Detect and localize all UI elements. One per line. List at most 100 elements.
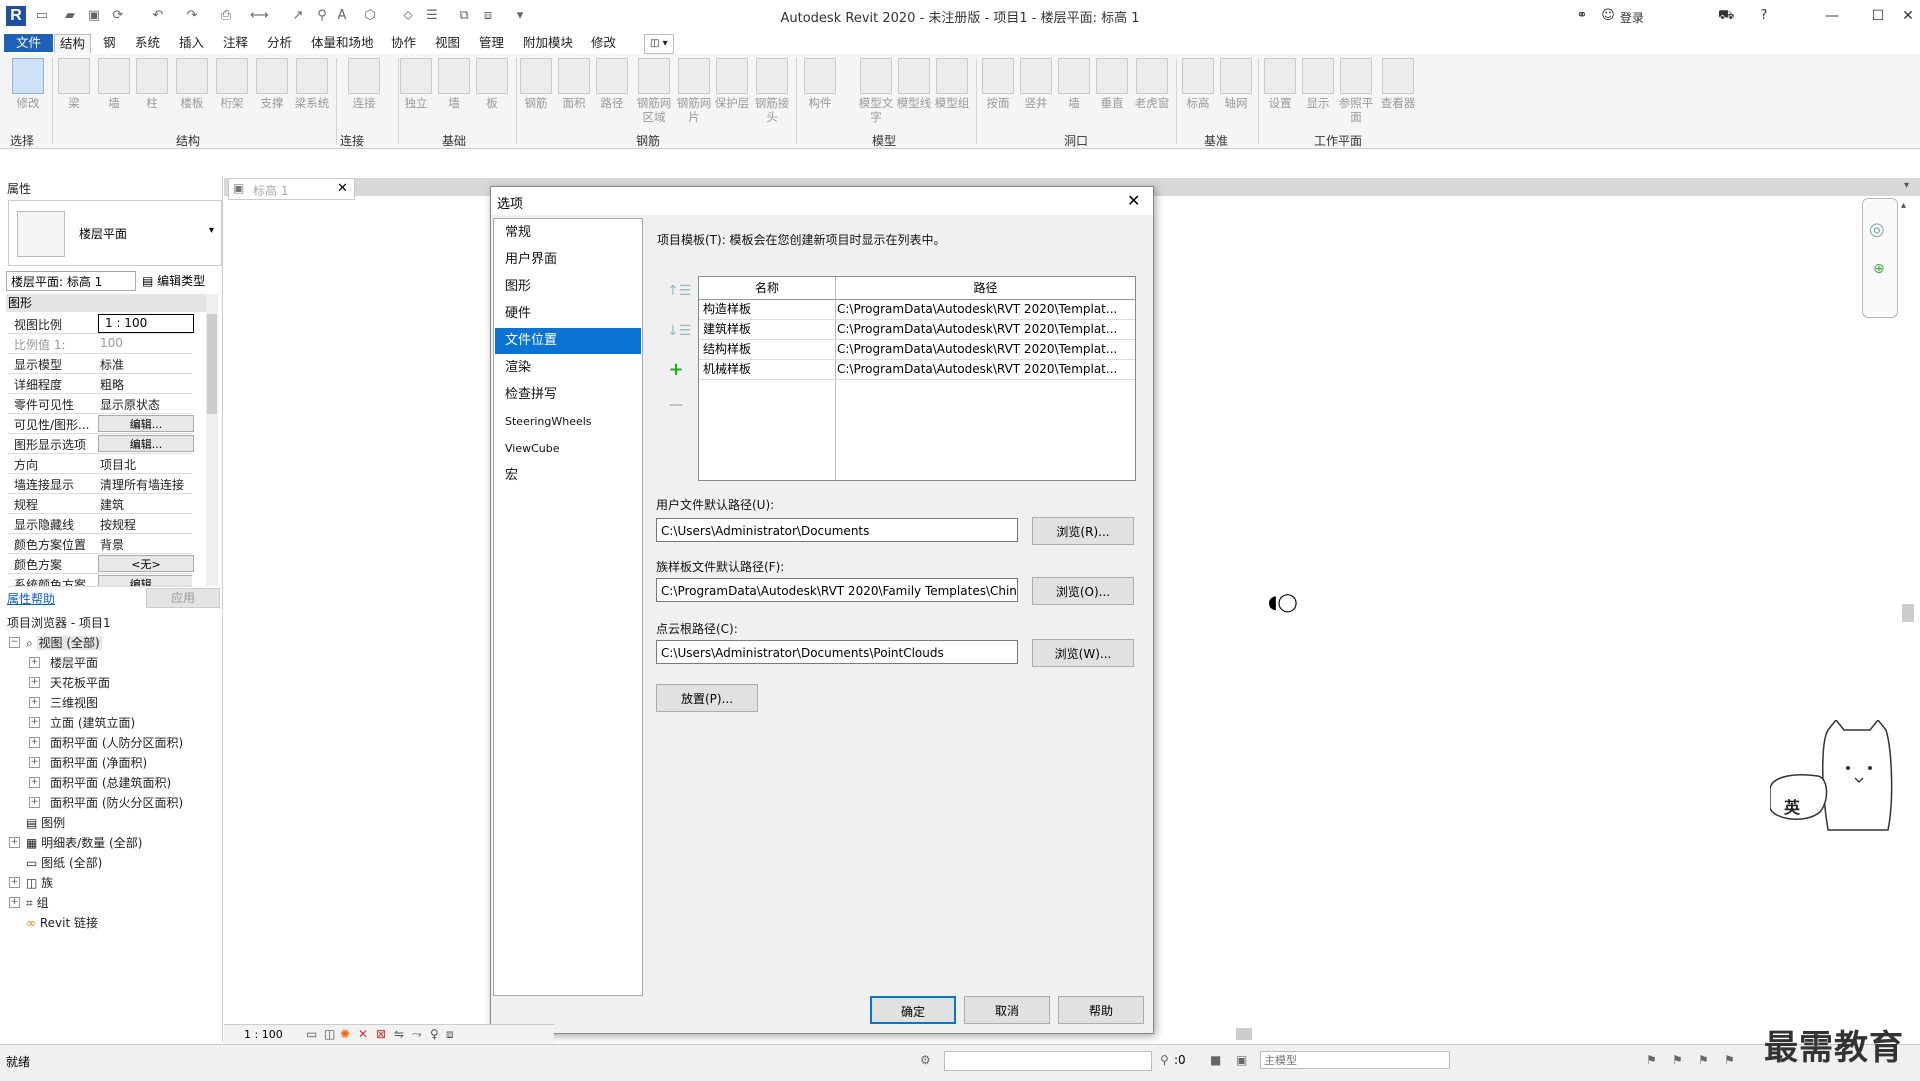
ribbon-by-face[interactable]: 按面 — [980, 58, 1016, 110]
view-tab[interactable]: ▣ 标高 1 ✕ — [228, 178, 355, 200]
vertical-scroll-thumb[interactable] — [1902, 604, 1914, 622]
nav-spelling[interactable]: 检查拼写 — [495, 382, 641, 408]
col-name-header[interactable]: 名称 — [699, 277, 836, 300]
ribbon-beam[interactable]: 梁 — [56, 58, 92, 110]
tab-structure[interactable]: 结构 — [54, 34, 92, 53]
ribbon-column[interactable]: 柱 — [134, 58, 170, 110]
prop-row[interactable]: 方向 项目北 — [8, 454, 192, 474]
ribbon-floor[interactable]: 楼板 — [174, 58, 210, 110]
group-connection[interactable]: 连接 — [340, 132, 364, 149]
main-model-dropdown[interactable]: 主模型 — [1260, 1051, 1450, 1069]
group-select[interactable]: 选择 — [10, 132, 34, 149]
table-row[interactable]: 建筑样板 C:\ProgramData\Autodesk\RVT 2020\Tem… — [699, 320, 1135, 340]
tree-sheets[interactable]: ▭ 图纸 (全部) — [26, 854, 102, 871]
table-row[interactable]: 结构样板 C:\ProgramData\Autodesk\RVT 2020\Tem… — [699, 340, 1135, 360]
tree-area-plans-gross[interactable]: 面积平面 (总建筑面积) — [50, 774, 171, 791]
sun-path-icon[interactable]: ✺ — [340, 1027, 350, 1041]
tree-elevations[interactable]: 立面 (建筑立面) — [50, 714, 135, 731]
remove-template-icon[interactable]: — — [667, 397, 685, 413]
browse-o-button[interactable]: 浏览(O)... — [1032, 577, 1134, 605]
prop-row[interactable]: 颜色方案位置 背景 — [8, 534, 192, 554]
scroll-up-icon[interactable]: ▴ — [1901, 200, 1906, 211]
expand-icon[interactable]: + — [9, 897, 20, 908]
select-links-icon[interactable]: ⚑ — [1646, 1053, 1657, 1067]
ribbon-modify[interactable]: 修改 — [10, 58, 46, 110]
unlock-3d-icon[interactable]: ⤳ — [412, 1027, 422, 1042]
select-pinned-icon[interactable]: ⚑ — [1698, 1053, 1709, 1067]
view-scale-input[interactable]: 1 : 100 — [98, 314, 194, 333]
ribbon-wall[interactable]: 墙 — [96, 58, 132, 110]
minimize-button[interactable]: — — [1820, 6, 1844, 26]
ribbon-model-group[interactable]: 模型组 — [934, 58, 970, 110]
color-scheme-button[interactable]: <无> — [98, 555, 194, 572]
ribbon-fabric-area[interactable]: 钢筋网区域 — [634, 58, 674, 124]
expand-icon[interactable]: + — [29, 797, 40, 808]
detail-level-icon[interactable]: ▭ — [306, 1027, 317, 1041]
tree-area-plans-net[interactable]: 面积平面 (净面积) — [50, 754, 147, 771]
tab-file[interactable]: 文件 — [4, 34, 54, 52]
show-crop-icon[interactable]: ⇋ — [394, 1027, 404, 1041]
user-path-input[interactable]: C:\Users\Administrator\Documents — [656, 518, 1018, 542]
expand-icon[interactable]: + — [29, 717, 40, 728]
tree-area-plans-civil[interactable]: 面积平面 (人防分区面积) — [50, 734, 183, 751]
move-up-icon[interactable]: ↑☰ — [667, 283, 691, 299]
expand-icon[interactable]: + — [29, 777, 40, 788]
ribbon-model-line[interactable]: 模型线 — [896, 58, 932, 110]
move-down-icon[interactable]: ↓☰ — [667, 323, 691, 339]
table-row[interactable]: 构造样板 C:\ProgramData\Autodesk\RVT 2020\Tem… — [699, 300, 1135, 320]
tree-families[interactable]: ◫ 族 — [26, 874, 53, 891]
select-underlay-icon[interactable]: ⚑ — [1672, 1053, 1683, 1067]
design-option-icon[interactable]: ▣ — [1236, 1053, 1247, 1067]
cloud-path-input[interactable]: C:\Users\Administrator\Documents\PointCl… — [656, 640, 1018, 664]
tab-collaborate[interactable]: 协作 — [386, 34, 421, 52]
table-row[interactable]: 机械样板 C:\ProgramData\Autodesk\RVT 2020\Tem… — [699, 360, 1135, 380]
login-link[interactable]: 登录 — [1620, 9, 1644, 26]
tree-schedules[interactable]: ▦ 明细表/数量 (全部) — [26, 834, 142, 851]
scroll-thumb[interactable] — [207, 314, 217, 414]
prop-row[interactable]: 墙连接显示 清理所有墙连接 — [8, 474, 192, 494]
close-tab-icon[interactable]: ✕ — [337, 181, 348, 196]
nav-macros[interactable]: 宏 — [495, 463, 641, 489]
expand-icon[interactable]: + — [9, 837, 20, 848]
ribbon-shaft[interactable]: 竖井 — [1018, 58, 1054, 110]
ribbon-viewer[interactable]: 查看器 — [1378, 58, 1418, 110]
tab-systems[interactable]: 系统 — [130, 34, 165, 52]
ribbon-wall-opening[interactable]: 墙 — [1056, 58, 1092, 110]
steering-wheel-icon[interactable]: ◎ — [1869, 219, 1885, 240]
ribbon-isolated[interactable]: 独立 — [398, 58, 434, 110]
close-button[interactable]: ✕ — [1896, 6, 1920, 26]
expand-icon[interactable]: + — [29, 697, 40, 708]
ribbon-ref-plane[interactable]: 参照平面 — [1338, 58, 1374, 124]
ribbon-component[interactable]: 构件 — [802, 58, 838, 110]
ime-language[interactable]: 英 — [1784, 794, 1800, 818]
horizontal-scroll-thumb[interactable] — [1236, 1028, 1252, 1040]
tab-manage[interactable]: 管理 — [474, 34, 509, 52]
browse-r-button[interactable]: 浏览(R)... — [1032, 517, 1134, 545]
family-path-input[interactable]: C:\ProgramData\Autodesk\RVT 2020\Family … — [656, 578, 1018, 602]
tab-massing[interactable]: 体量和场地 — [306, 34, 379, 52]
nav-file-locations[interactable]: 文件位置 — [495, 328, 641, 354]
editable-only-icon[interactable]: ■ — [1210, 1053, 1221, 1067]
nav-viewcube[interactable]: ViewCube — [495, 436, 641, 462]
cancel-button[interactable]: 取消 — [964, 996, 1050, 1024]
ribbon-cover[interactable]: 保护层 — [714, 58, 750, 110]
nav-rendering[interactable]: 渲染 — [495, 355, 641, 381]
ribbon-level[interactable]: 标高 — [1180, 58, 1216, 110]
tree-legends[interactable]: ▤ 图例 — [26, 814, 65, 831]
binoculars-icon[interactable]: ⚭ — [1574, 8, 1590, 24]
temp-hide-icon[interactable]: ♀ — [430, 1027, 439, 1041]
expand-icon[interactable]: + — [29, 677, 40, 688]
worksets-icon[interactable]: ⚙ — [920, 1053, 931, 1067]
user-icon[interactable]: ☺ — [1600, 8, 1616, 24]
col-path-header[interactable]: 路径 — [836, 277, 1135, 300]
nav-steeringwheels[interactable]: SteeringWheels — [495, 409, 641, 435]
nav-user-interface[interactable]: 用户界面 — [495, 247, 641, 273]
tab-addins[interactable]: 附加模块 — [518, 34, 578, 52]
properties-help-link[interactable]: 属性帮助 — [7, 590, 55, 607]
visual-style-icon[interactable]: ◫ — [324, 1027, 335, 1041]
ribbon-beam-system[interactable]: 梁系统 — [294, 58, 330, 110]
tree-area-plans-fire[interactable]: 面积平面 (防火分区面积) — [50, 794, 183, 811]
ribbon-path[interactable]: 路径 — [594, 58, 630, 110]
prop-row[interactable]: 显示模型 标准 — [8, 354, 192, 374]
edit-graphic-display-button[interactable]: 编辑... — [98, 435, 194, 452]
